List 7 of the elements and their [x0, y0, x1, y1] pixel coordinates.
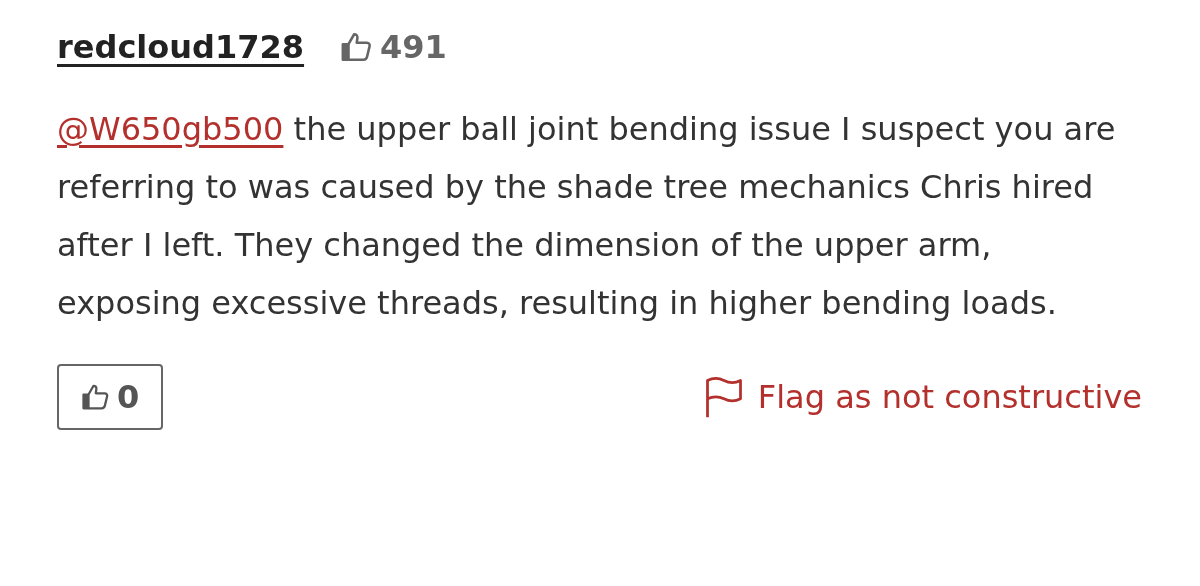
username-link[interactable]: redcloud1728 — [57, 28, 305, 66]
thumbs-up-icon — [81, 382, 111, 412]
comment-text: @W650gb500 the upper ball joint bending issue I suspect you are referring to was caused by the shade tree mechanics Chris hired after I left. They changed the dimension of the upper arm, exposing excessive threads, resulting in higher bending loads. — [57, 109, 1117, 324]
like-button[interactable]: 0 — [57, 364, 164, 430]
like-count: 491 — [380, 28, 447, 66]
mention-link[interactable]: @W650gb500 — [57, 110, 284, 148]
flag-link[interactable]: Flag as not constructive — [701, 375, 1150, 419]
